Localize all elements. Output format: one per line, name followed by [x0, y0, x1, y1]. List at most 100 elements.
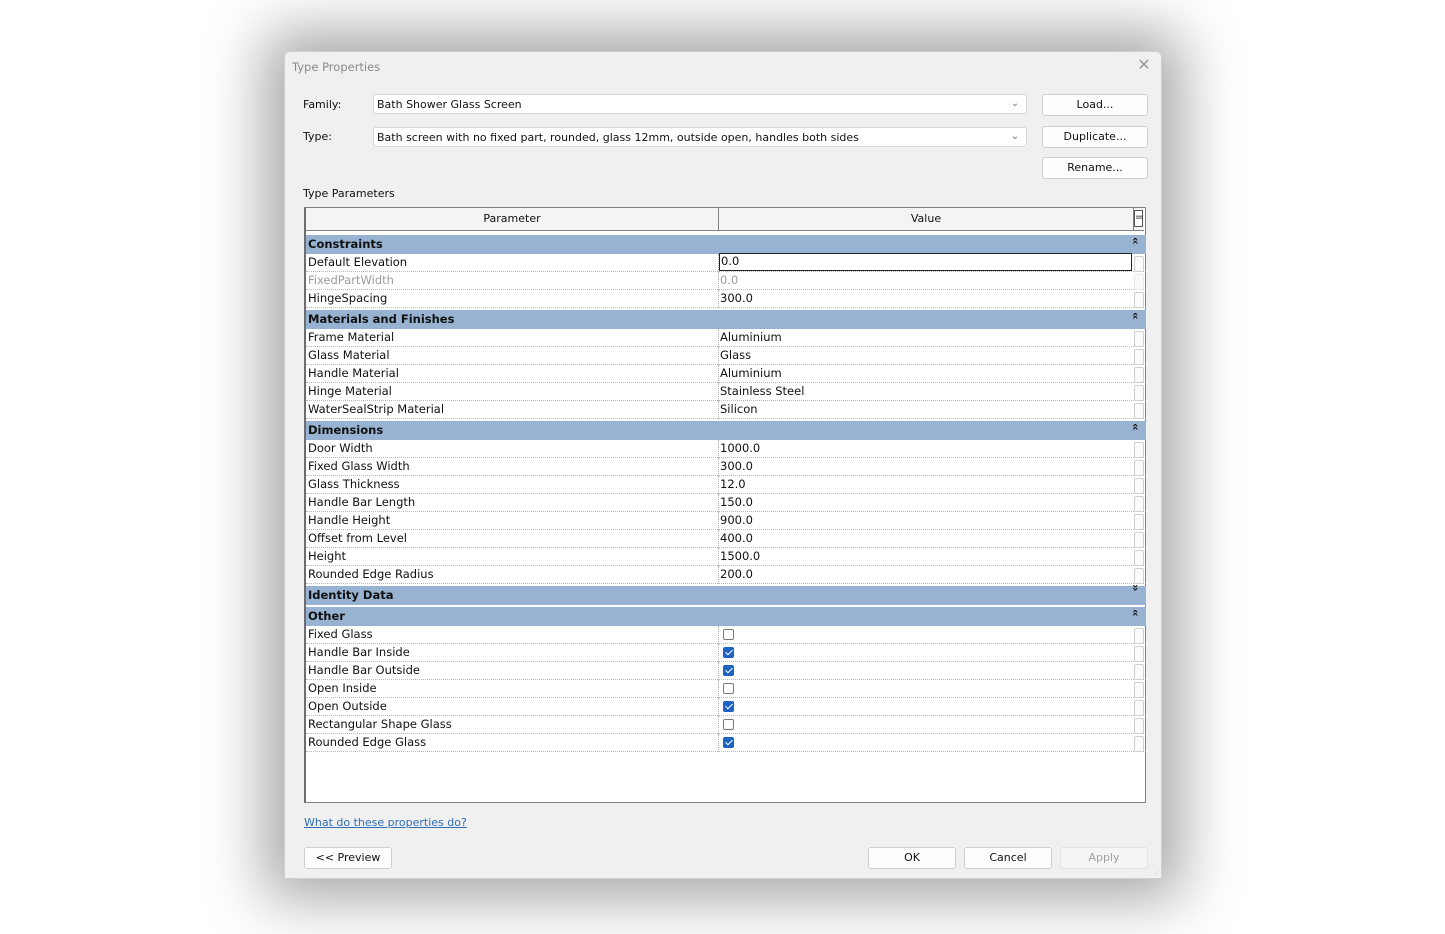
associate-parameter-button[interactable]	[1134, 664, 1144, 680]
associate-parameter-button[interactable]	[1134, 682, 1144, 698]
parameter-value[interactable]: 12.0	[720, 477, 746, 491]
cancel-button[interactable]: Cancel	[964, 847, 1052, 869]
associate-parameter-button[interactable]	[1134, 514, 1144, 530]
parameter-name: Open Outside	[308, 699, 387, 713]
parameter-value[interactable]: Silicon	[720, 402, 758, 416]
group-header[interactable]: Constraints ˆ ˆ	[306, 235, 1146, 255]
load-button[interactable]: Load...	[1042, 94, 1148, 116]
resize-grip-icon[interactable]: ⋰	[1153, 870, 1159, 877]
associate-parameter-button[interactable]	[1134, 628, 1144, 644]
parameter-value[interactable]: 400.0	[720, 531, 753, 545]
formula-column-button[interactable]: =	[1134, 210, 1143, 227]
parameter-value[interactable]: 1500.0	[720, 549, 760, 563]
associate-parameter-button[interactable]	[1134, 568, 1144, 584]
associate-parameter-button[interactable]	[1134, 700, 1144, 716]
rename-button[interactable]: Rename...	[1042, 157, 1148, 179]
group-header[interactable]: Dimensions ˆ ˆ	[306, 421, 1146, 441]
parameter-value[interactable]: 300.0	[720, 459, 753, 473]
parameter-name: Glass Thickness	[308, 477, 400, 491]
parameter-checkbox[interactable]	[723, 701, 734, 712]
table-row[interactable]: Hinge Material Stainless Steel	[306, 383, 1146, 401]
ok-button[interactable]: OK	[868, 847, 956, 869]
parameter-value[interactable]: 200.0	[720, 567, 753, 581]
family-dropdown[interactable]: Bath Shower Glass Screen ⌄	[373, 94, 1027, 114]
parameter-checkbox[interactable]	[723, 629, 734, 640]
associate-parameter-button[interactable]	[1134, 478, 1144, 494]
parameter-value[interactable]: 900.0	[720, 513, 753, 527]
table-row[interactable]: Height 1500.0	[306, 548, 1146, 566]
associate-parameter-button[interactable]	[1134, 367, 1144, 383]
close-icon[interactable]: ✕	[1135, 56, 1153, 74]
table-row[interactable]: Open Outside	[306, 698, 1146, 716]
collapse-icon[interactable]: ˆˆ	[1132, 425, 1140, 441]
associate-parameter-button[interactable]	[1134, 646, 1144, 662]
table-row[interactable]: Door Width 1000.0	[306, 440, 1146, 458]
table-row[interactable]: Handle Material Aluminium	[306, 365, 1146, 383]
associate-parameter-button[interactable]	[1134, 442, 1144, 458]
associate-parameter-button[interactable]	[1134, 256, 1144, 272]
table-row[interactable]: WaterSealStrip Material Silicon	[306, 401, 1146, 419]
associate-parameter-button[interactable]	[1134, 496, 1144, 512]
parameter-checkbox[interactable]	[723, 647, 734, 658]
column-header-value[interactable]: Value	[719, 208, 1134, 230]
table-row[interactable]: Handle Bar Outside	[306, 662, 1146, 680]
table-row[interactable]: Default Elevation 0.0	[306, 253, 1146, 272]
associate-parameter-button[interactable]	[1134, 460, 1144, 476]
type-dropdown[interactable]: Bath screen with no fixed part, rounded,…	[373, 127, 1027, 147]
parameter-value[interactable]: Aluminium	[720, 330, 782, 344]
help-link[interactable]: What do these properties do?	[304, 816, 467, 829]
table-row[interactable]: Fixed Glass	[306, 626, 1146, 644]
parameter-name: WaterSealStrip Material	[308, 402, 445, 416]
associate-parameter-button[interactable]	[1134, 550, 1144, 566]
table-row[interactable]: Rounded Edge Radius 200.0	[306, 566, 1146, 584]
table-row[interactable]: Frame Material Aluminium	[306, 329, 1146, 347]
table-row[interactable]: HingeSpacing 300.0	[306, 290, 1146, 308]
associate-parameter-button[interactable]	[1134, 532, 1144, 548]
table-row[interactable]: FixedPartWidth 0.0	[306, 272, 1146, 290]
table-row[interactable]: Rectangular Shape Glass	[306, 716, 1146, 734]
group-header[interactable]: Materials and Finishes ˆ ˆ	[306, 310, 1146, 330]
associate-parameter-button[interactable]	[1134, 331, 1144, 347]
parameter-value[interactable]: 150.0	[720, 495, 753, 509]
group-header[interactable]: Identity Data ˇ ˇ	[306, 586, 1146, 605]
parameter-value[interactable]: 1000.0	[720, 441, 760, 455]
column-divider	[718, 476, 719, 494]
associate-parameter-button[interactable]	[1134, 736, 1144, 752]
parameter-value[interactable]: Stainless Steel	[720, 384, 804, 398]
collapse-icon[interactable]: ˆˆ	[1132, 314, 1140, 330]
chevron-down-icon[interactable]: ⌄	[1008, 129, 1022, 145]
collapse-icon[interactable]: ˆˆ	[1132, 611, 1140, 627]
table-row[interactable]: Handle Bar Length 150.0	[306, 494, 1146, 512]
table-row[interactable]: Handle Height 900.0	[306, 512, 1146, 530]
parameter-value-input[interactable]: 0.0	[719, 253, 1132, 271]
parameter-checkbox[interactable]	[723, 737, 734, 748]
associate-parameter-button[interactable]	[1134, 403, 1144, 419]
table-row[interactable]: Rounded Edge Glass	[306, 734, 1146, 752]
duplicate-button[interactable]: Duplicate...	[1042, 126, 1148, 148]
parameter-checkbox[interactable]	[723, 719, 734, 730]
associate-parameter-button[interactable]	[1134, 349, 1144, 365]
table-row[interactable]: Glass Thickness 12.0	[306, 476, 1146, 494]
apply-button[interactable]: Apply	[1060, 847, 1148, 869]
collapse-icon[interactable]: ˆˆ	[1132, 239, 1140, 255]
table-row[interactable]: Open Inside	[306, 680, 1146, 698]
parameter-value[interactable]: Glass	[720, 348, 751, 362]
associate-parameter-button[interactable]	[1134, 292, 1144, 308]
table-row[interactable]: Handle Bar Inside	[306, 644, 1146, 662]
parameter-checkbox[interactable]	[723, 683, 734, 694]
parameter-checkbox[interactable]	[723, 665, 734, 676]
expand-icon[interactable]: ˇˇ	[1132, 586, 1140, 602]
preview-button[interactable]: << Preview	[304, 847, 392, 869]
column-divider	[718, 566, 719, 584]
table-row[interactable]: Glass Material Glass	[306, 347, 1146, 365]
parameter-value[interactable]: 300.0	[720, 291, 753, 305]
associate-parameter-button[interactable]	[1134, 385, 1144, 401]
chevron-down-icon[interactable]: ⌄	[1008, 96, 1022, 112]
table-row[interactable]: Fixed Glass Width 300.0	[306, 458, 1146, 476]
associate-parameter-button[interactable]	[1134, 718, 1144, 734]
column-header-parameter[interactable]: Parameter	[306, 208, 719, 230]
parameter-name: Handle Material	[308, 366, 399, 380]
table-row[interactable]: Offset from Level 400.0	[306, 530, 1146, 548]
group-header[interactable]: Other ˆ ˆ	[306, 607, 1146, 627]
parameter-value[interactable]: Aluminium	[720, 366, 782, 380]
